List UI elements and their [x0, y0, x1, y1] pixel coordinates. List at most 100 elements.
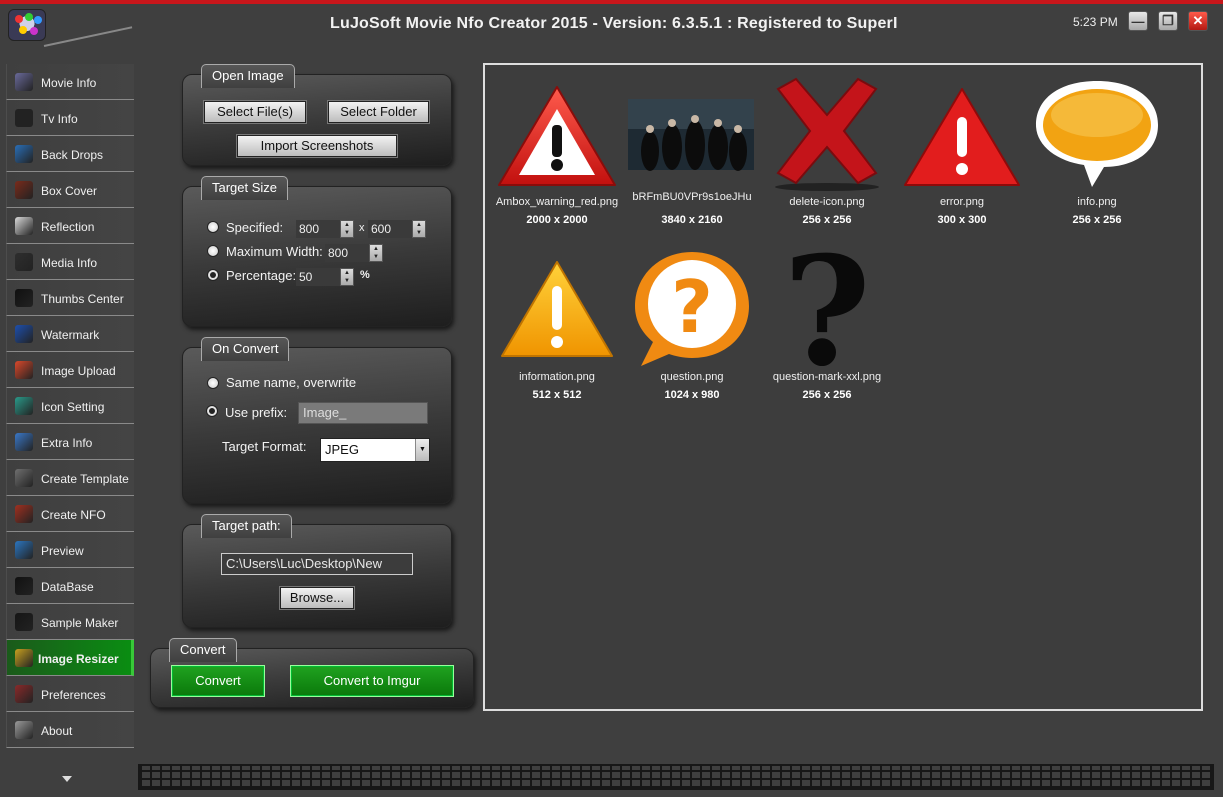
prefix-input[interactable]: Image_: [298, 402, 428, 424]
maximize-button[interactable]: ❐: [1158, 11, 1178, 31]
sidebar-item-label: Thumbs Center: [41, 292, 124, 306]
same-name-radio[interactable]: [207, 377, 219, 389]
sidebar-item-preferences[interactable]: Preferences: [6, 676, 134, 712]
image-dimensions: 512 x 512: [532, 389, 582, 401]
image-item[interactable]: Ambox_warning_red.png 2000 x 2000: [490, 81, 624, 226]
sidebar-item-create-nfo[interactable]: Create NFO: [6, 496, 134, 532]
delete-x-icon: [775, 77, 879, 191]
decorative-border: [138, 764, 1214, 790]
film-reel-icon: [15, 73, 33, 91]
nfo-icon: [15, 505, 33, 523]
image-dimensions: 300 x 300: [937, 214, 987, 226]
eye-icon: [15, 541, 33, 559]
sidebar-item-back-drops[interactable]: Back Drops: [6, 136, 134, 172]
sidebar-item-create-template[interactable]: Create Template: [6, 460, 134, 496]
sidebar-item-movie-info[interactable]: Movie Info: [6, 64, 134, 100]
upload-icon: [15, 361, 33, 379]
sidebar-item-icon-setting[interactable]: Icon Setting: [6, 388, 134, 424]
sidebar-item-label: Image Resizer: [38, 652, 119, 666]
close-button[interactable]: ✕: [1188, 11, 1208, 31]
sidebar-item-database[interactable]: DataBase: [6, 568, 134, 604]
sidebar-item-label: Reflection: [41, 220, 95, 234]
sidebar-item-label: Back Drops: [41, 148, 104, 162]
image-item[interactable]: ? question-mark-xxl.png 256 x 256: [760, 224, 894, 401]
reflection-icon: [15, 217, 33, 235]
image-item[interactable]: error.png 300 x 300: [895, 81, 1029, 226]
image-name: Ambox_warning_red.png: [495, 196, 619, 208]
question-mark-icon: ?: [783, 224, 871, 400]
photo-thumbnail: [628, 99, 754, 171]
image-name: question.png: [660, 371, 724, 383]
tv-icon: [15, 109, 33, 127]
import-screenshots-button[interactable]: Import Screenshots: [236, 134, 398, 158]
target-size-tab: Target Size: [201, 176, 289, 200]
max-width-radio[interactable]: [207, 245, 219, 257]
sidebar-item-media-info[interactable]: Media Info: [6, 244, 134, 280]
minimize-button[interactable]: —: [1128, 11, 1148, 31]
image-name: question-mark-xxl.png: [772, 371, 882, 383]
target-format-value: JPEG: [325, 442, 359, 457]
use-prefix-radio[interactable]: [206, 405, 218, 417]
image-resizer-icon: [15, 649, 33, 667]
clock: 5:23 PM: [1073, 15, 1118, 29]
image-dimensions: 256 x 256: [802, 389, 852, 401]
image-list-area[interactable]: Ambox_warning_red.png 2000 x 2000 bRFmBU…: [483, 63, 1203, 711]
convert-tab: Convert: [169, 638, 237, 662]
image-name: information.png: [519, 371, 595, 383]
sidebar-item-label: Watermark: [41, 328, 100, 342]
on-convert-tab: On Convert: [201, 337, 290, 361]
convert-to-imgur-button[interactable]: Convert to Imgur: [290, 665, 454, 697]
image-item[interactable]: information.png 512 x 512: [490, 256, 624, 401]
sidebar-item-preview[interactable]: Preview: [6, 532, 134, 568]
sidebar-item-tv-info[interactable]: Tv Info: [6, 100, 134, 136]
app-logo: [8, 9, 46, 41]
target-path-panel: [182, 524, 452, 628]
max-width-value: 800: [328, 246, 349, 260]
sidebar-item-image-upload[interactable]: Image Upload: [6, 352, 134, 388]
template-icon: [15, 469, 33, 487]
sidebar-item-thumbs-center[interactable]: Thumbs Center: [6, 280, 134, 316]
select-files-button[interactable]: Select File(s): [203, 100, 307, 124]
extra-info-icon: [15, 433, 33, 451]
image-item[interactable]: info.png 256 x 256: [1030, 75, 1164, 226]
convert-button[interactable]: Convert: [171, 665, 265, 697]
sidebar-item-extra-info[interactable]: Extra Info: [6, 424, 134, 460]
preferences-icon: [15, 685, 33, 703]
select-folder-button[interactable]: Select Folder: [327, 100, 430, 124]
image-item[interactable]: delete-icon.png 256 x 256: [760, 73, 894, 226]
specified-height-stepper[interactable]: 600 ▲ ▼: [368, 220, 426, 238]
sidebar-item-label: Movie Info: [41, 76, 97, 90]
image-item[interactable]: ? question.png 1024 x 980: [625, 248, 759, 401]
sidebar-item-image-resizer[interactable]: Image Resizer: [6, 640, 134, 676]
question-bubble-icon: ?: [635, 252, 749, 366]
image-dimensions: 256 x 256: [802, 214, 852, 226]
sidebar-item-sample-maker[interactable]: Sample Maker: [6, 604, 134, 640]
target-format-select[interactable]: JPEG ▼: [320, 438, 430, 462]
max-width-stepper[interactable]: 800 ▲ ▼: [325, 244, 383, 262]
percentage-radio[interactable]: [207, 269, 219, 281]
sidebar-item-label: Icon Setting: [41, 400, 105, 414]
percentage-stepper[interactable]: 50 ▲ ▼: [296, 268, 354, 286]
box-cover-icon: [15, 181, 33, 199]
sidebar-item-about[interactable]: About: [6, 712, 134, 748]
backdrop-icon: [15, 145, 33, 163]
sidebar-item-reflection[interactable]: Reflection: [6, 208, 134, 244]
info-bubble-icon: [1036, 81, 1158, 187]
sidebar-item-label: Box Cover: [41, 184, 98, 198]
image-dimensions: 3840 x 2160: [661, 214, 723, 226]
close-icon: ✕: [1192, 13, 1204, 28]
maximize-icon: ❐: [1162, 13, 1174, 28]
specified-width-stepper[interactable]: 800 ▲ ▼: [296, 220, 354, 238]
about-icon: [15, 721, 33, 739]
scroll-down-arrow[interactable]: [62, 776, 72, 782]
sidebar-item-box-cover[interactable]: Box Cover: [6, 172, 134, 208]
specified-label: Specified:: [226, 220, 284, 235]
target-format-label: Target Format:: [222, 439, 307, 454]
image-name: bRFmBU0VPr9s1oeJHu: [632, 191, 752, 203]
target-path-input[interactable]: C:\Users\Luc\Desktop\New: [221, 553, 413, 575]
image-item[interactable]: bRFmBU0VPr9s1oeJHu 3840 x 2160: [625, 81, 759, 226]
sidebar-item-watermark[interactable]: Watermark: [6, 316, 134, 352]
percentage-value: 50: [299, 270, 313, 284]
browse-button[interactable]: Browse...: [279, 586, 355, 610]
specified-radio[interactable]: [207, 221, 219, 233]
